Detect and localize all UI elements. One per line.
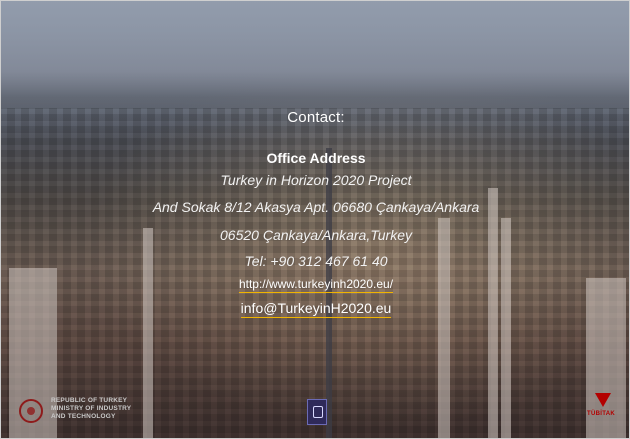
website-link[interactable]: http://www.turkeyinh2020.eu/ xyxy=(1,277,629,293)
address-line: And Sokak 8/12 Akasya Apt. 06680 Çankaya… xyxy=(152,199,480,215)
tubitak-logo: TÜBİTAK xyxy=(586,393,616,429)
website-link-text[interactable]: http://www.turkeyinh2020.eu/ xyxy=(238,277,394,293)
tubitak-logo-text: TÜBİTAK xyxy=(587,411,615,417)
ministry-logo-text: REPUBLIC OF TURKEY MINISTRY OF INDUSTRY … xyxy=(51,397,132,420)
email-link-text[interactable]: info@TurkeyinH2020.eu xyxy=(240,300,392,318)
contact-title: Contact: xyxy=(287,109,345,126)
address-line: Turkey in Horizon 2020 Project xyxy=(220,172,412,188)
office-address-heading: Office Address xyxy=(266,150,366,166)
ministry-seal-icon xyxy=(19,399,43,423)
contact-slide: Contact: Office Address Turkey in Horizo… xyxy=(0,0,630,439)
address-line: 06520 Çankaya/Ankara,Turkey xyxy=(220,227,412,243)
tubitak-mark-icon xyxy=(595,393,611,407)
phone-line: Tel: +90 312 467 61 40 xyxy=(244,253,388,269)
ministry-logo: REPUBLIC OF TURKEY MINISTRY OF INDUSTRY … xyxy=(19,397,137,425)
email-link[interactable]: info@TurkeyinH2020.eu xyxy=(1,300,629,318)
project-logo-icon xyxy=(307,399,327,425)
contact-content: Contact: Office Address Turkey in Horizo… xyxy=(1,1,629,438)
